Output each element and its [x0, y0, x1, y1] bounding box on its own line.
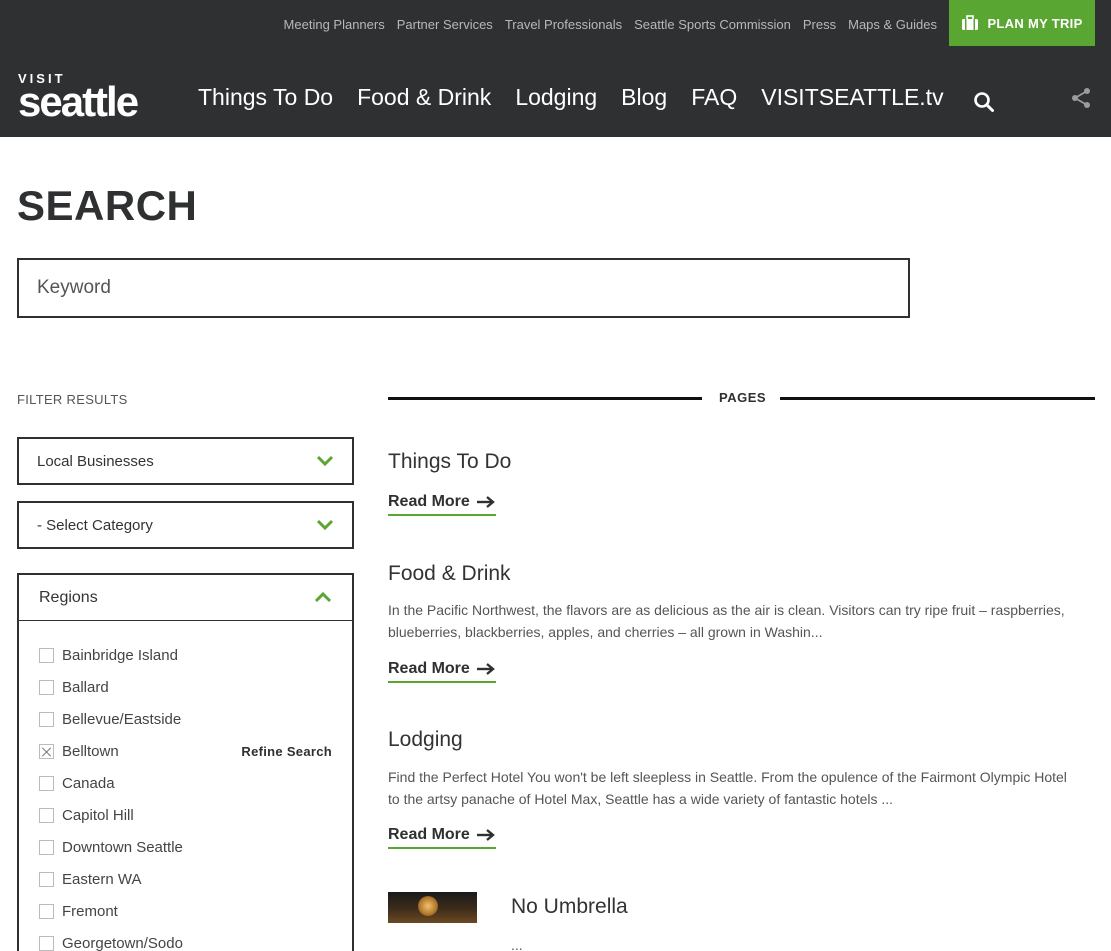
share-icon[interactable] [1069, 86, 1093, 110]
pages-label: PAGES [719, 390, 767, 405]
region-checkbox[interactable] [39, 679, 54, 695]
result-thumbnail[interactable] [388, 892, 477, 923]
region-item: Bainbridge Island [19, 639, 352, 671]
region-label[interactable]: Eastern WA [62, 871, 141, 888]
region-label[interactable]: Downtown Seattle [62, 839, 183, 856]
region-checkbox[interactable] [39, 647, 54, 663]
util-link-sports-commission[interactable]: Seattle Sports Commission [634, 17, 791, 32]
region-list: Bainbridge Island Ballard Bellevue/Easts… [19, 621, 352, 951]
region-item: Bellevue/Eastside [19, 703, 352, 735]
search-icon[interactable] [972, 90, 996, 114]
nav-faq[interactable]: FAQ [691, 84, 737, 111]
nav-blog[interactable]: Blog [621, 84, 667, 111]
util-link-press[interactable]: Press [803, 17, 836, 32]
region-item: Fremont [19, 895, 352, 927]
result-description: ... [511, 937, 523, 951]
region-checkbox[interactable] [39, 935, 54, 951]
region-item: Belltown Refine Search [19, 735, 352, 767]
business-type-select[interactable]: Local Businesses [17, 437, 354, 485]
nav-lodging[interactable]: Lodging [515, 84, 597, 111]
refine-search-button[interactable]: Refine Search [241, 744, 332, 759]
region-item: Canada [19, 767, 352, 799]
thumbnail-sunset [418, 896, 438, 916]
util-link-meeting-planners[interactable]: Meeting Planners [284, 17, 385, 32]
divider-line [388, 397, 702, 400]
region-checkbox[interactable] [39, 711, 54, 727]
suitcase-icon [962, 15, 979, 30]
region-checkbox[interactable] [39, 871, 54, 887]
nav-food-drink[interactable]: Food & Drink [357, 84, 491, 111]
region-label[interactable]: Ballard [62, 679, 109, 696]
region-label[interactable]: Fremont [62, 903, 118, 920]
page-title: SEARCH [17, 182, 198, 229]
region-checkbox[interactable] [39, 839, 54, 855]
plan-my-trip-label: PLAN MY TRIP [987, 15, 1083, 31]
nav-things-to-do[interactable]: Things To Do [198, 84, 333, 111]
read-more-label: Read More [388, 826, 470, 843]
divider-line [780, 397, 1095, 400]
result-description: In the Pacific Northwest, the flavors ar… [388, 602, 1065, 640]
pages-section-header: PAGES [388, 388, 1095, 408]
nav-visitseattle-tv[interactable]: VISITSEATTLE.tv [761, 84, 943, 111]
arrow-right-icon [476, 496, 495, 508]
regions-toggle[interactable]: Regions [19, 575, 352, 621]
chevron-down-icon [316, 519, 334, 531]
region-checkbox-checked[interactable] [39, 743, 54, 759]
site-header: Meeting Planners Partner Services Travel… [0, 0, 1111, 137]
chevron-up-icon [314, 591, 332, 603]
region-label[interactable]: Capitol Hill [62, 807, 134, 824]
category-value: - Select Category [37, 516, 153, 534]
category-select[interactable]: - Select Category [17, 501, 354, 549]
util-link-maps-guides[interactable]: Maps & Guides [848, 17, 937, 32]
result-title[interactable]: Food & Drink [388, 562, 511, 586]
filter-results-label: FILTER RESULTS [17, 392, 128, 407]
region-item: Eastern WA [19, 863, 352, 895]
plan-my-trip-button[interactable]: PLAN MY TRIP [949, 0, 1095, 46]
region-label[interactable]: Bainbridge Island [62, 647, 178, 664]
logo-seattle-text: seattle [18, 78, 139, 125]
result-title[interactable]: Things To Do [388, 450, 511, 474]
chevron-down-icon [316, 455, 334, 467]
result-title[interactable]: No Umbrella [511, 895, 628, 919]
region-label[interactable]: Canada [62, 775, 115, 792]
utility-nav: Meeting Planners Partner Services Travel… [284, 17, 937, 32]
result-description: Find the Perfect Hotel You won't be left… [388, 769, 1067, 807]
read-more-link[interactable]: Read More [388, 826, 496, 849]
region-label[interactable]: Georgetown/Sodo [62, 935, 183, 951]
main-nav: Things To Do Food & Drink Lodging Blog F… [198, 84, 944, 111]
read-more-link[interactable]: Read More [388, 660, 496, 683]
result-title[interactable]: Lodging [388, 728, 463, 752]
keyword-input[interactable] [19, 260, 908, 316]
region-checkbox[interactable] [39, 903, 54, 919]
region-item: Capitol Hill [19, 799, 352, 831]
util-link-travel-professionals[interactable]: Travel Professionals [505, 17, 622, 32]
region-checkbox[interactable] [39, 807, 54, 823]
region-label[interactable]: Bellevue/Eastside [62, 711, 181, 728]
read-more-label: Read More [388, 493, 470, 510]
region-item: Downtown Seattle [19, 831, 352, 863]
arrow-right-icon [476, 829, 495, 841]
arrow-right-icon [476, 663, 495, 675]
regions-panel: Regions Bainbridge Island Ballard Bellev… [17, 573, 354, 951]
region-item: Georgetown/Sodo [19, 927, 352, 951]
region-checkbox[interactable] [39, 775, 54, 791]
read-more-link[interactable]: Read More [388, 493, 496, 516]
read-more-label: Read More [388, 660, 470, 677]
region-label[interactable]: Belltown [62, 743, 119, 760]
regions-label: Regions [39, 588, 98, 606]
region-item: Ballard [19, 671, 352, 703]
business-type-value: Local Businesses [37, 452, 154, 470]
visit-seattle-logo[interactable]: VISIT seattle [18, 72, 158, 125]
util-link-partner-services[interactable]: Partner Services [397, 17, 493, 32]
keyword-search-box [17, 258, 910, 318]
